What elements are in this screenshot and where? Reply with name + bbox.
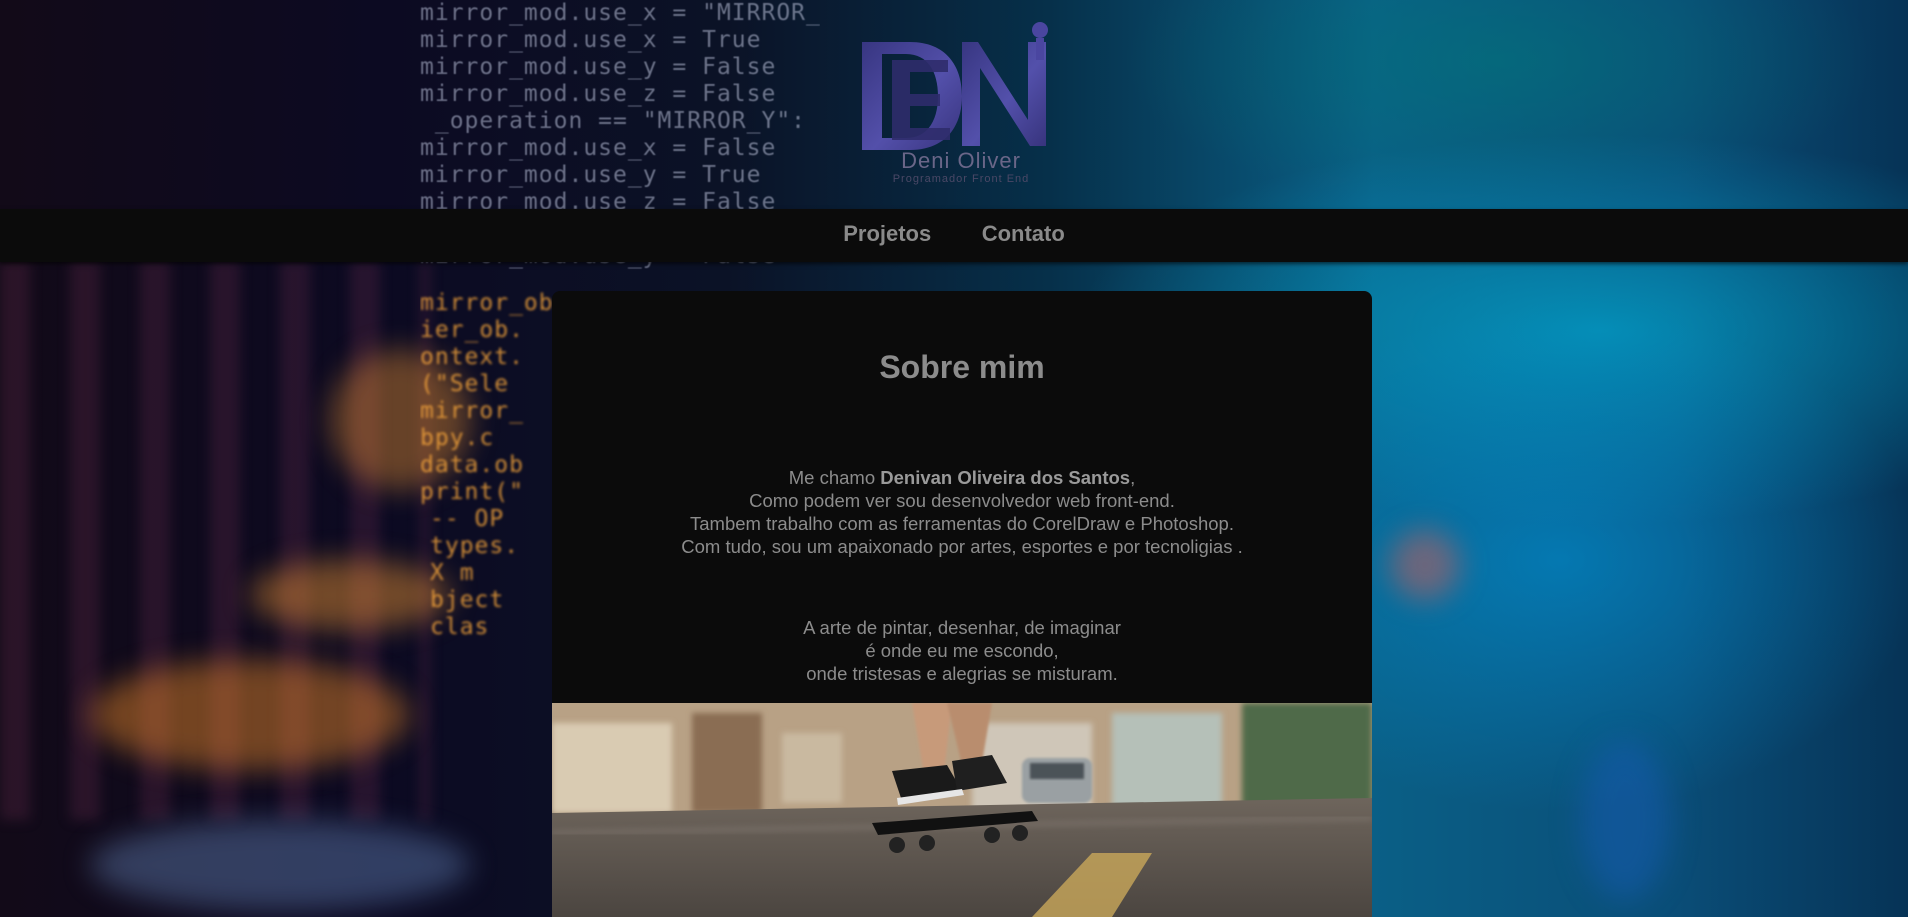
poem-line: onde tristesas e alegrias se misturam.: [806, 663, 1118, 684]
about-title: Sobre mim: [879, 349, 1045, 385]
bio-intro-prefix: Me chamo: [788, 467, 881, 488]
bio-intro-line: Me chamo Denivan Oliveira dos Santos,: [552, 466, 1372, 489]
logo[interactable]: Deni Oliver Programador Front End: [858, 20, 1064, 190]
bio-intro-suffix: ,: [1130, 467, 1136, 488]
skateboard-photo-illustration: [552, 703, 1372, 917]
header: Deni Oliver Programador Front End: [0, 0, 1908, 209]
nav-link-contato[interactable]: Contato: [982, 209, 1065, 259]
poem-line: A arte de pintar, desenhar, de imaginar: [803, 617, 1121, 638]
background-blob: [1390, 530, 1460, 600]
nav-link-projetos[interactable]: Projetos: [843, 209, 931, 259]
bio-line: Com tudo, sou um apaixonado por artes, e…: [681, 536, 1243, 557]
background-blob: [90, 820, 470, 910]
about-bio: Me chamo Denivan Oliveira dos Santos, Co…: [552, 466, 1372, 558]
bio-line: Tambem trabalho com as ferramentas do Co…: [690, 513, 1234, 534]
navbar: Projetos Contato: [0, 209, 1908, 262]
skateboard-photo: [552, 703, 1372, 917]
about-poem: A arte de pintar, desenhar, de imaginar …: [552, 616, 1372, 685]
poem-line: é onde eu me escondo,: [865, 640, 1059, 661]
about-card: Sobre mim Me chamo Denivan Oliveira dos …: [552, 291, 1372, 917]
logo-tagline: Programador Front End: [892, 173, 1030, 185]
background-blob: [90, 660, 410, 770]
bio-name: Denivan Oliveira dos Santos: [880, 467, 1131, 488]
background-blob: [1580, 740, 1670, 900]
logo-dn-icon: [862, 22, 1048, 150]
logo-name: Deni Oliver: [901, 148, 1021, 173]
bio-line: Como podem ver sou desenvolvedor web fro…: [749, 490, 1175, 511]
